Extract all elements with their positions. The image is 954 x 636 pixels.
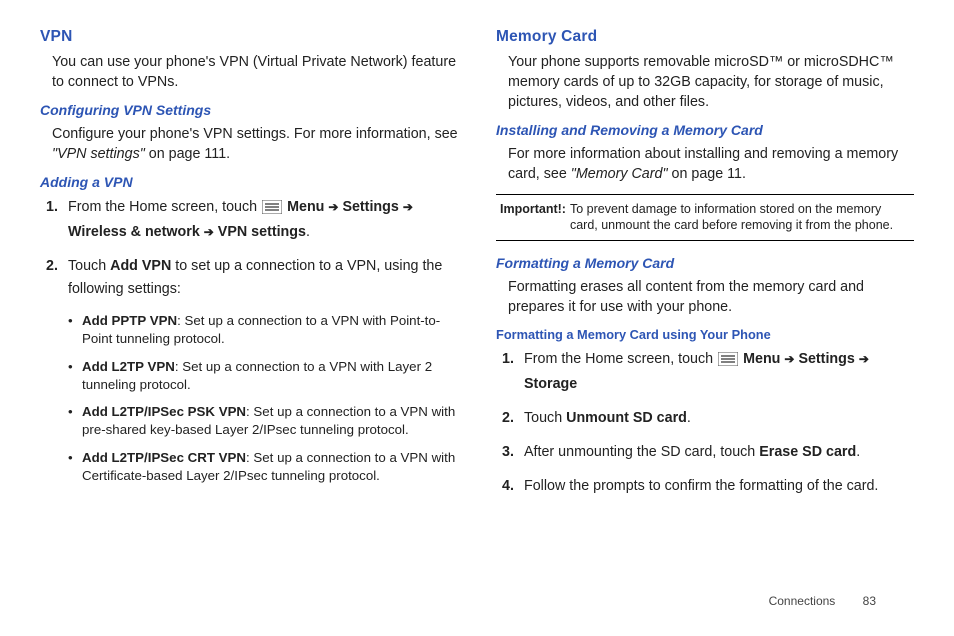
step-number: 3. <box>502 441 514 463</box>
arrow-icon: ➔ <box>859 352 869 366</box>
heading-config-vpn: Configuring VPN Settings <box>40 102 458 118</box>
fstep4: Follow the prompts to confirm the format… <box>524 478 878 494</box>
fstep2-b: Unmount SD card <box>566 410 687 426</box>
right-column: Memory Card Your phone supports removabl… <box>496 28 914 509</box>
heading-vpn: VPN <box>40 28 458 46</box>
heading-format-mem: Formatting a Memory Card <box>496 255 914 271</box>
step1-vpn: VPN settings <box>218 224 306 240</box>
format-steps: 1. From the Home screen, touch Menu ➔ Se… <box>496 348 914 498</box>
vpn-bullet-list: Add PPTP VPN: Set up a connection to a V… <box>40 312 458 486</box>
bullet-title: Add L2TP VPN <box>82 359 175 374</box>
step1-text-a: From the Home screen, touch <box>68 199 261 215</box>
fstep1-storage: Storage <box>524 376 577 392</box>
important-note: Important!: To prevent damage to informa… <box>496 194 914 241</box>
footer-page-number: 83 <box>863 594 876 608</box>
vpn-intro: You can use your phone's VPN (Virtual Pr… <box>40 52 458 92</box>
heading-adding-vpn: Adding a VPN <box>40 174 458 190</box>
step-number: 2. <box>502 407 514 429</box>
arrow-icon: ➔ <box>784 352 794 366</box>
step-number: 1. <box>502 348 514 370</box>
install-text: For more information about installing an… <box>496 144 914 184</box>
bullet-title: Add PPTP VPN <box>82 313 177 328</box>
install-ref: "Memory Card" <box>571 166 668 182</box>
important-label: Important!: <box>500 201 566 234</box>
vpn-step-1: 1. From the Home screen, touch Menu ➔ Se… <box>68 196 458 243</box>
heading-install-mem: Installing and Removing a Memory Card <box>496 122 914 138</box>
format-step-3: 3. After unmounting the SD card, touch E… <box>524 441 914 463</box>
step1-settings: Settings <box>342 199 402 215</box>
step2-addvpn: Add VPN <box>110 258 171 274</box>
config-text: Configure your phone's VPN settings. For… <box>40 124 458 164</box>
left-column: VPN You can use your phone's VPN (Virtua… <box>40 28 458 509</box>
arrow-icon: ➔ <box>204 225 214 239</box>
bullet-title: Add L2TP/IPSec CRT VPN <box>82 450 246 465</box>
step-number: 4. <box>502 475 514 497</box>
step-number: 1. <box>46 196 58 218</box>
mem-intro: Your phone supports removable microSD™ o… <box>496 52 914 112</box>
fstep3-a: After unmounting the SD card, touch <box>524 444 759 460</box>
bullet-title: Add L2TP/IPSec PSK VPN <box>82 404 246 419</box>
fstep2-a: Touch <box>524 410 566 426</box>
step1-menu: Menu <box>287 199 328 215</box>
important-text: To prevent damage to information stored … <box>570 201 910 234</box>
format-text: Formatting erases all content from the m… <box>496 277 914 317</box>
fstep1-settings: Settings <box>798 351 858 367</box>
bullet-l2tp: Add L2TP VPN: Set up a connection to a V… <box>82 358 458 394</box>
step1-wireless: Wireless & network <box>68 224 204 240</box>
format-step-1: 1. From the Home screen, touch Menu ➔ Se… <box>524 348 914 395</box>
fstep1-menu: Menu <box>743 351 784 367</box>
step2-text-a: Touch <box>68 258 110 274</box>
fstep3-b: Erase SD card <box>759 444 856 460</box>
bullet-l2tp-psk: Add L2TP/IPSec PSK VPN: Set up a connect… <box>82 403 458 439</box>
vpn-step-2: 2. Touch Add VPN to set up a connection … <box>68 255 458 299</box>
page-footer: Connections 83 <box>769 594 876 608</box>
arrow-icon: ➔ <box>403 200 413 214</box>
arrow-icon: ➔ <box>328 200 338 214</box>
config-text-a: Configure your phone's VPN settings. For… <box>52 126 458 142</box>
step-number: 2. <box>46 255 58 277</box>
install-text-b: on page 11. <box>668 166 746 182</box>
footer-section: Connections <box>769 594 836 608</box>
config-text-b: on page 111. <box>145 146 230 162</box>
format-step-2: 2. Touch Unmount SD card. <box>524 407 914 429</box>
menu-icon <box>262 199 282 221</box>
fstep1-text-a: From the Home screen, touch <box>524 351 717 367</box>
menu-icon <box>718 351 738 373</box>
heading-memory-card: Memory Card <box>496 28 914 46</box>
bullet-l2tp-crt: Add L2TP/IPSec CRT VPN: Set up a connect… <box>82 449 458 485</box>
format-step-4: 4. Follow the prompts to confirm the for… <box>524 475 914 497</box>
config-ref: "VPN settings" <box>52 146 145 162</box>
bullet-pptp: Add PPTP VPN: Set up a connection to a V… <box>82 312 458 348</box>
heading-format-phone: Formatting a Memory Card using Your Phon… <box>496 327 914 342</box>
page: VPN You can use your phone's VPN (Virtua… <box>0 0 954 519</box>
vpn-steps: 1. From the Home screen, touch Menu ➔ Se… <box>40 196 458 300</box>
